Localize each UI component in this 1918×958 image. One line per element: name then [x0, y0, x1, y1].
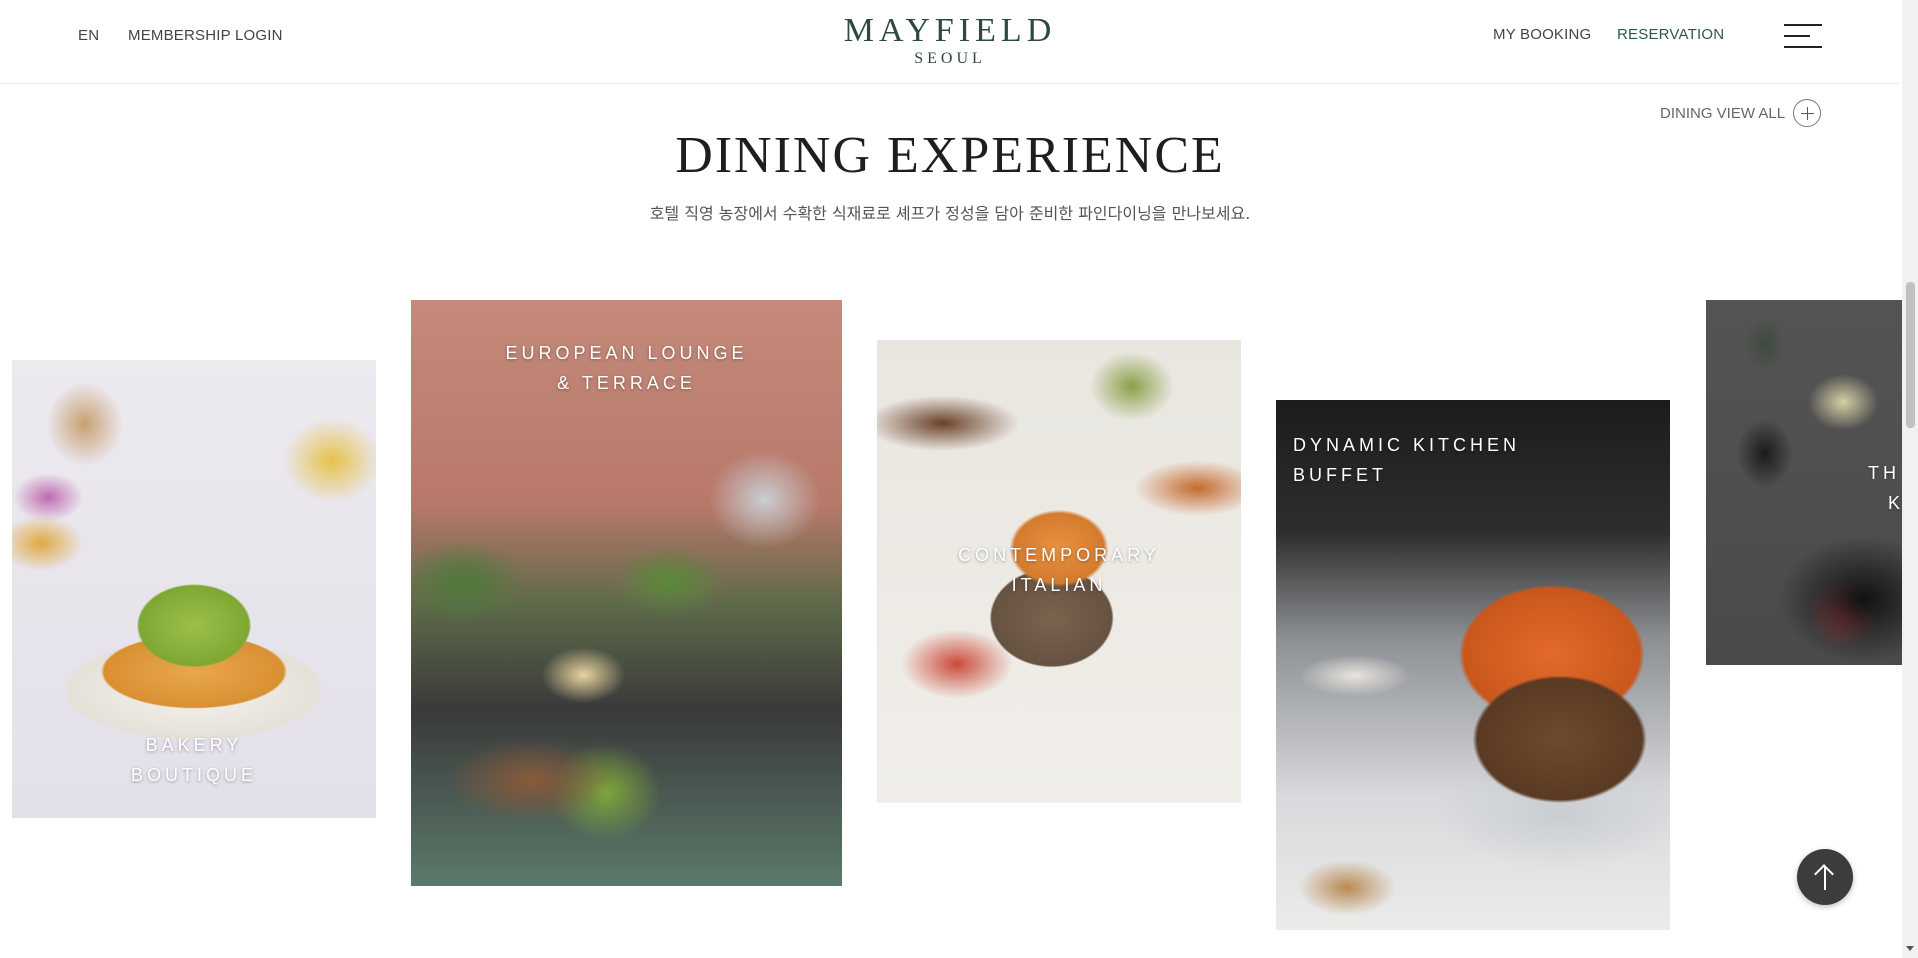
hamburger-menu-icon[interactable] [1784, 24, 1822, 50]
page-scrollbar[interactable] [1902, 0, 1918, 958]
card-label-line: BOUTIQUE [130, 765, 257, 785]
arrow-up-icon-shaft [1824, 866, 1826, 890]
language-selector[interactable]: EN [78, 27, 99, 44]
card-label-line: DYNAMIC KITCHEN [1293, 435, 1521, 455]
dining-card-contemporary-italian[interactable]: CONTEMPORARY ITALIAN [877, 340, 1241, 803]
scroll-to-top-button[interactable] [1797, 849, 1853, 905]
section-subtitle: 호텔 직영 농장에서 수확한 식재료로 셰프가 정성을 담아 준비한 파인다이닝… [649, 204, 1251, 223]
site-header: EN MEMBERSHIP LOGIN MAYFIELD SEOUL MY BO… [0, 0, 1900, 84]
dining-card-european-lounge[interactable]: EUROPEAN LOUNGE & TERRACE [411, 300, 842, 886]
plus-circle-icon [1793, 99, 1822, 127]
card-label: DYNAMIC KITCHEN BUFFET [1293, 430, 1520, 490]
membership-login-link[interactable]: MEMBERSHIP LOGIN [128, 27, 283, 44]
reservation-link[interactable]: RESERVATION [1617, 26, 1724, 43]
card-label: EUROPEAN LOUNGE & TERRACE [411, 338, 842, 398]
dining-card-dynamic-kitchen-buffet[interactable]: DYNAMIC KITCHEN BUFFET [1276, 400, 1670, 930]
card-label-line: TH [1868, 463, 1900, 483]
scrollbar-thumb[interactable] [1906, 282, 1915, 428]
dining-view-all-label: DINING VIEW ALL [1660, 104, 1786, 122]
card-label-line: K [1888, 493, 1902, 513]
card-label: BAKERY BOUTIQUE [12, 730, 376, 790]
card-label-line: BUFFET [1293, 465, 1387, 485]
card-label-line: ITALIAN [1011, 575, 1107, 595]
scrollbar-down-arrow-icon[interactable] [1906, 946, 1914, 951]
logo-sub-text: SEOUL [914, 50, 986, 67]
dining-view-all-button[interactable]: DINING VIEW ALL [1660, 99, 1822, 127]
section-title: DINING EXPERIENCE [675, 127, 1225, 184]
card-label-line: BAKERY [145, 735, 243, 755]
card-label: TH K [1868, 458, 1902, 518]
logo[interactable]: MAYFIELD SEOUL [0, 12, 1900, 68]
card-label-line: CONTEMPORARY [958, 545, 1160, 565]
my-booking-link[interactable]: MY BOOKING [1493, 26, 1591, 43]
card-label-line: & TERRACE [557, 373, 696, 393]
dining-card-korean[interactable]: TH K [1706, 300, 1902, 665]
logo-main-text: MAYFIELD [843, 12, 1057, 49]
card-label-line: EUROPEAN LOUNGE [505, 343, 748, 363]
card-label: CONTEMPORARY ITALIAN [877, 540, 1241, 600]
dining-card-bakery-boutique[interactable]: BAKERY BOUTIQUE [12, 360, 376, 818]
